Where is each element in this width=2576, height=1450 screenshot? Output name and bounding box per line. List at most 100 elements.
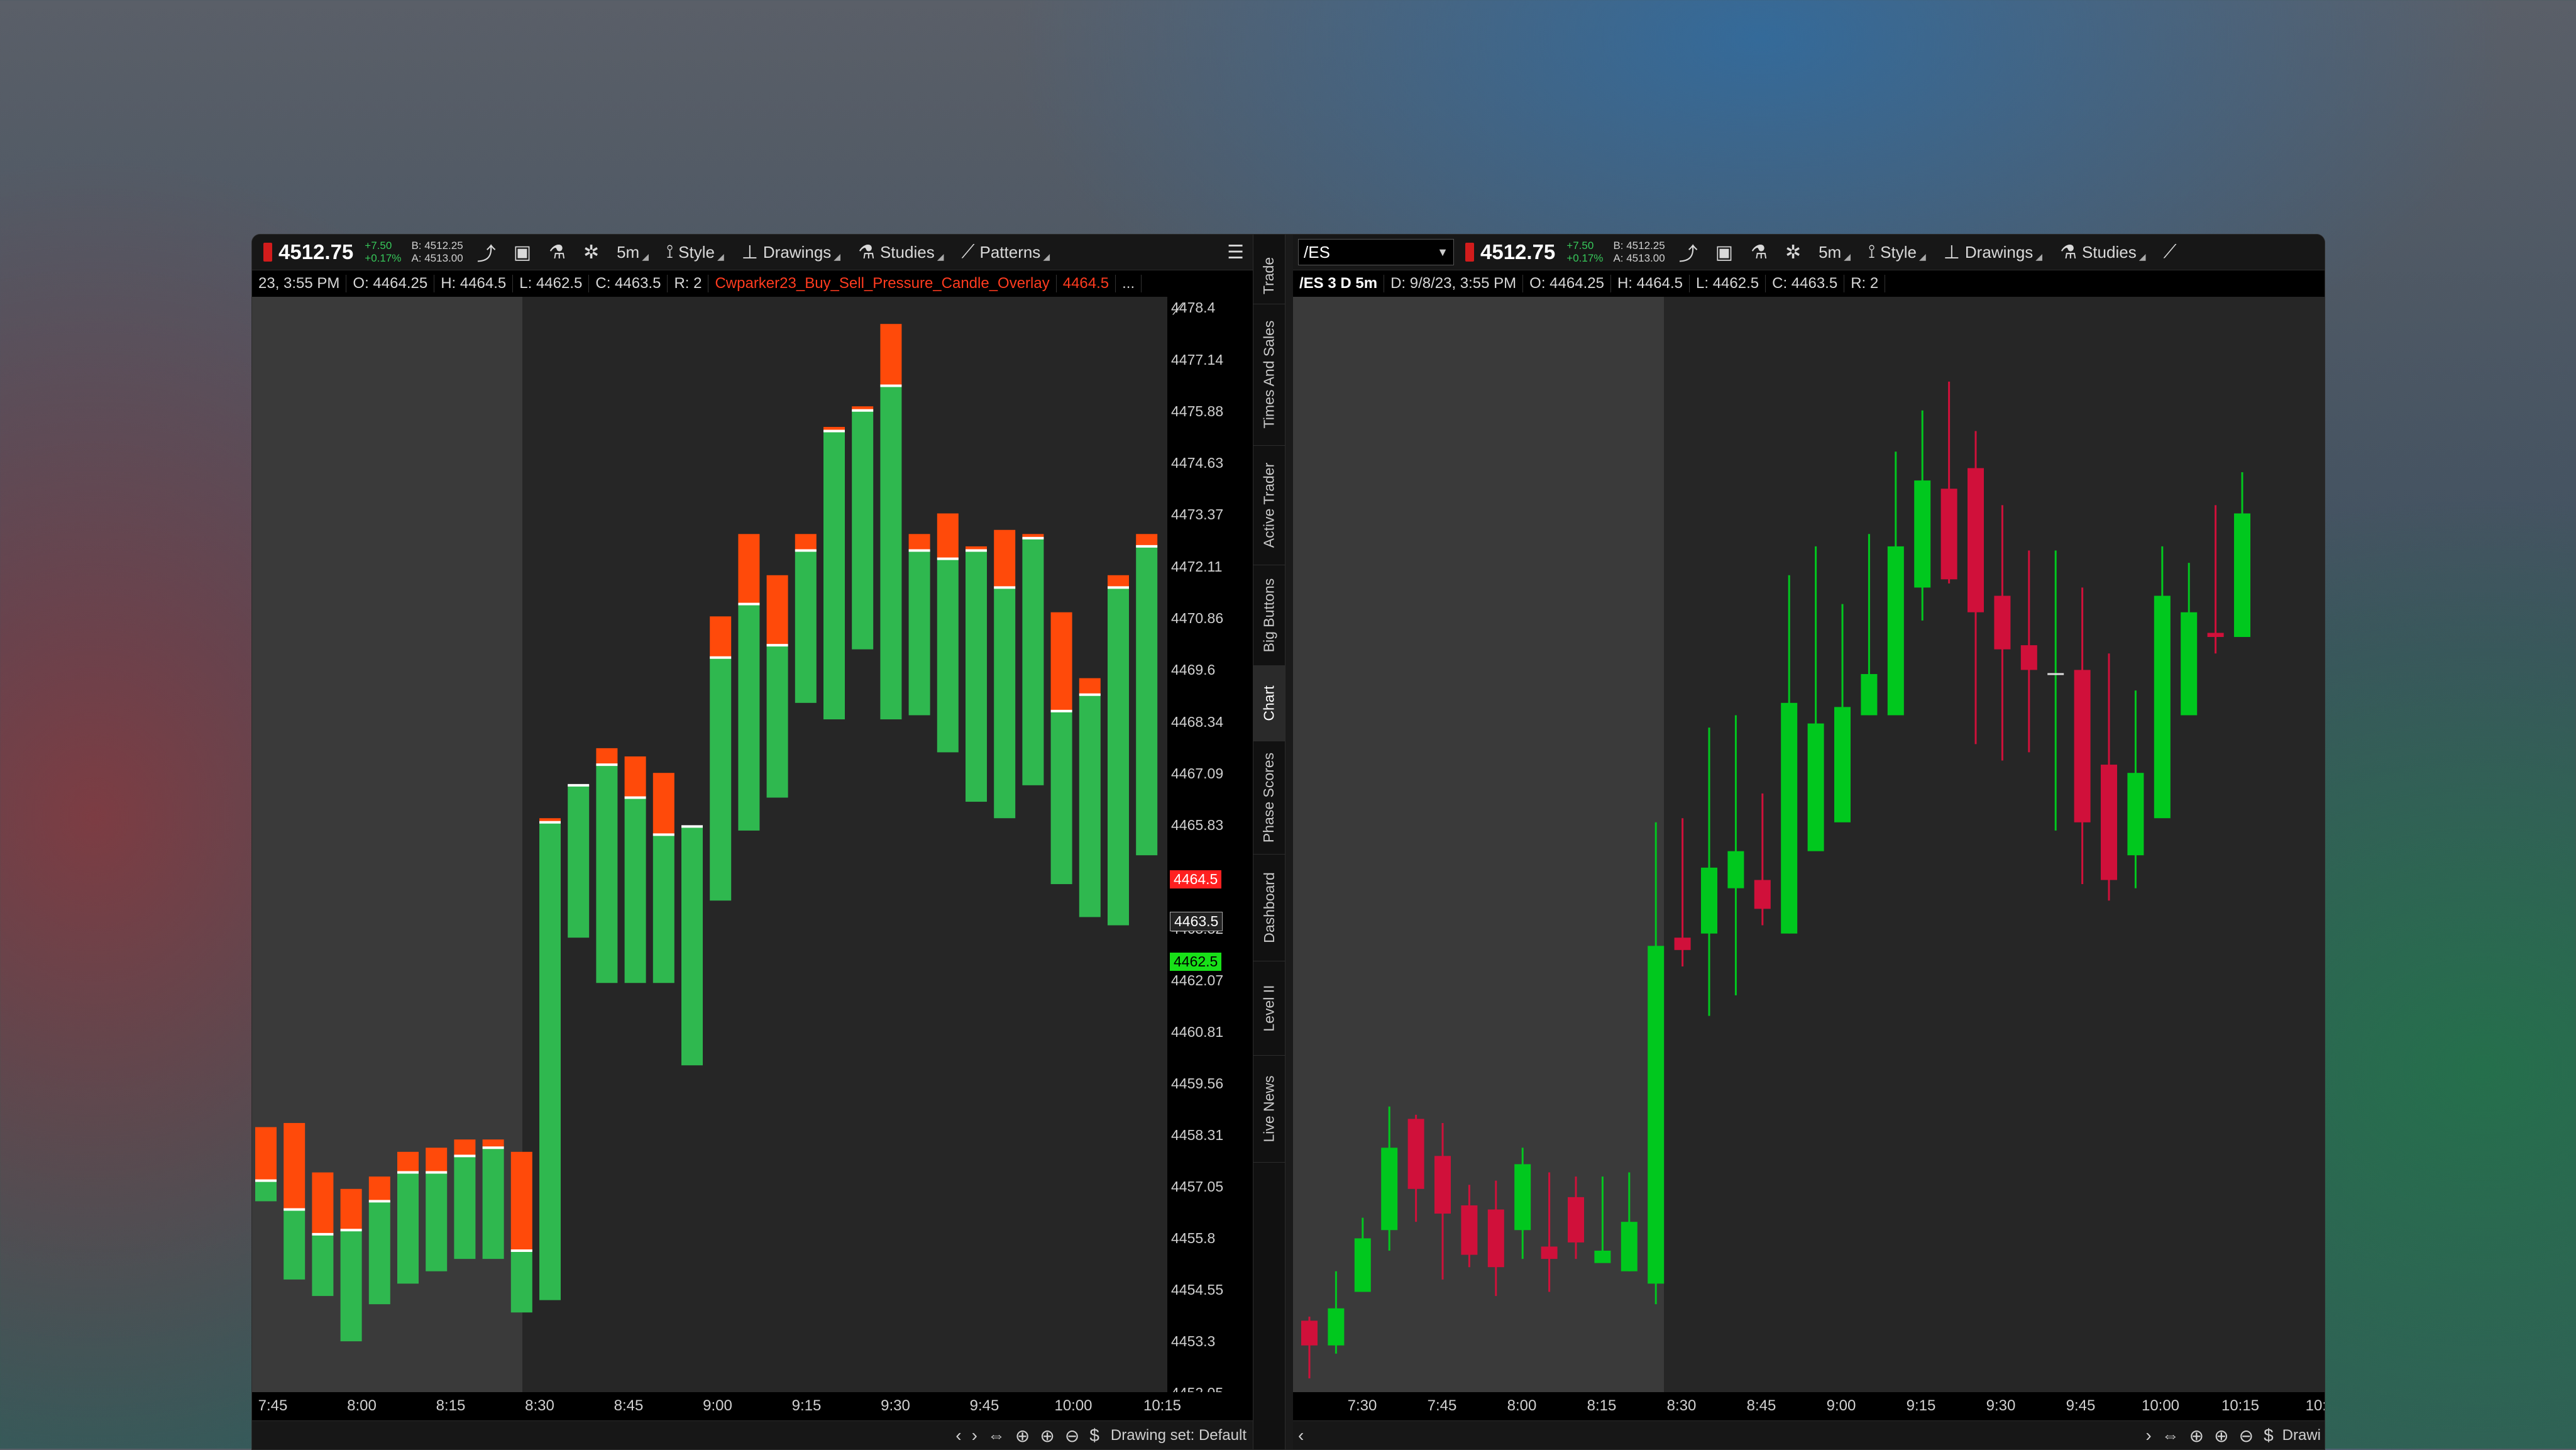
left-time-axis[interactable]: 7:45 8:00 8:15 8:30 8:45 9:00 9:15 9:30 9:45 10:0… (252, 1392, 1253, 1420)
zoom-out-icon[interactable]: ⊖ (2234, 1425, 2259, 1446)
buy-pressure-bar (1050, 711, 1072, 885)
candle-body (1434, 1156, 1451, 1214)
info-high: H: 4464.5 (1611, 275, 1690, 292)
side-tab-phase-scores[interactable]: Phase Scores (1253, 741, 1285, 855)
candle-body (1754, 880, 1771, 909)
sell-pressure-bar (908, 534, 930, 551)
timeframe-label: 5m (1819, 242, 1842, 262)
studies-menu[interactable]: ⚗ Studies ◢ (2051, 235, 2154, 270)
sell-pressure-bar (454, 1139, 476, 1156)
patterns-menu[interactable]: ⟋ Patterns ◢ (952, 235, 1059, 270)
sell-pressure-bar (426, 1148, 448, 1173)
side-tab-times-and-sales[interactable]: Times And Sales (1253, 304, 1285, 446)
symbol-input[interactable]: /ES ▼ (1298, 239, 1454, 265)
caret-icon: ◢ (2035, 251, 2043, 262)
pan-icon[interactable]: ⇔ (983, 1425, 1010, 1446)
studies-menu[interactable]: ⚗ Studies ◢ (849, 235, 952, 270)
scroll-left-icon[interactable]: ‹ (1293, 1425, 1309, 1446)
time-axis-label: 8:00 (1507, 1397, 1537, 1414)
scroll-right-icon[interactable]: › (967, 1425, 983, 1446)
zoom-in-icon[interactable]: ⊕ (2209, 1425, 2233, 1446)
left-price-axis[interactable]: ⟋ 4478.4 4477.14 4475.88 4474.63 4473.37 4472… (1167, 297, 1253, 1401)
patterns-button[interactable]: ⟋ (2154, 235, 2185, 270)
buy-pressure-bar (624, 797, 646, 983)
right-net-change: +7.50 +0.17% (1561, 240, 1608, 265)
caret-icon: ◢ (937, 251, 944, 262)
snapshot-button[interactable]: ▣ (505, 235, 540, 270)
studies-label: Studies (2081, 242, 2137, 262)
flask-icon: ⚗ (549, 241, 566, 263)
sell-pressure-bar (368, 1176, 390, 1202)
chart-menu-button[interactable]: ☰ (1218, 235, 1253, 270)
chart-title: /ES 3 D 5m (1293, 275, 1385, 292)
time-axis-label: 8:30 (525, 1397, 554, 1414)
share-button[interactable]: ⤴ (468, 235, 505, 270)
settings-button[interactable]: ✲ (575, 235, 608, 270)
candle-body (1994, 595, 2011, 650)
price-axis-label: 4460.81 (1171, 1024, 1224, 1041)
candle-body (1301, 1320, 1318, 1346)
price-icon[interactable]: $ (1084, 1425, 1104, 1446)
side-tab-level-ii[interactable]: Level II (1253, 961, 1285, 1056)
drawings-menu[interactable]: ⊥ Drawings ◢ (1935, 235, 2051, 270)
side-tab-chart[interactable]: Chart (1253, 665, 1285, 741)
buy-pressure-bar (966, 550, 987, 802)
left-price-plot[interactable] (252, 297, 1167, 1392)
sell-pressure-bar (283, 1122, 305, 1210)
buy-pressure-bar (510, 1251, 532, 1313)
style-menu[interactable]: ⟟ Style ◢ (658, 235, 733, 270)
sell-pressure-bar (937, 513, 959, 559)
caret-icon: ◢ (1918, 251, 1926, 262)
style-menu[interactable]: ⟟ Style ◢ (1859, 235, 1935, 270)
side-tab-active-trader[interactable]: Active Trader (1253, 445, 1285, 565)
time-axis-label: 8:45 (1746, 1397, 1776, 1414)
right-price-plot[interactable] (1293, 297, 2325, 1392)
flask-button[interactable]: ⚗ (540, 235, 575, 270)
symbol-text: /ES (1304, 242, 1330, 262)
candle-body (2207, 633, 2224, 638)
candle-body (1727, 851, 1744, 888)
side-tab-dashboard[interactable]: Dashboard (1253, 854, 1285, 961)
scroll-left-icon[interactable]: ‹ (950, 1425, 966, 1446)
candle-body (1568, 1197, 1584, 1242)
side-tab-live-news[interactable]: Live News (1253, 1055, 1285, 1163)
right-time-axis[interactable]: 7:30 7:45 8:00 8:15 8:30 8:45 9:00 9:15 9:30 9:45… (1293, 1392, 2325, 1420)
zoom-out-icon[interactable]: ⊖ (1060, 1425, 1084, 1446)
snapshot-button[interactable]: ▣ (1707, 235, 1742, 270)
candle-body (1487, 1209, 1504, 1268)
drawing-set-label[interactable]: Drawing set: Default (1104, 1427, 1253, 1444)
time-axis-label: 8:30 (1666, 1397, 1697, 1414)
side-tab-big-buttons[interactable]: Big Buttons (1253, 565, 1285, 666)
sell-pressure-bar (596, 748, 618, 765)
timeframe-dropdown[interactable]: 5m ◢ (608, 235, 658, 270)
drawings-menu[interactable]: ⊥ Drawings ◢ (733, 235, 849, 270)
zoom-in-icon[interactable]: ⊕ (1035, 1425, 1059, 1446)
side-tab-trade[interactable]: Trade (1253, 247, 1285, 304)
candle-body (2154, 595, 2171, 819)
price-tag: 4462.5 (1170, 953, 1222, 971)
left-chart-panel: 4512.75 +7.50 +0.17% B: 4512.25 A: 4513.… (252, 235, 1253, 1449)
price-axis-label: 4472.11 (1171, 558, 1223, 575)
flask-button[interactable]: ⚗ (1742, 235, 1776, 270)
right-toolbar: /ES ▼ 4512.75 +7.50 +0.17% B: 4512.25 A: … (1293, 235, 2325, 270)
scroll-right-icon[interactable]: › (2140, 1425, 2156, 1446)
sell-pressure-bar (795, 534, 817, 551)
buy-pressure-bar (994, 587, 1016, 819)
buy-pressure-bar (283, 1209, 305, 1280)
side-tab-label: Phase Scores (1260, 752, 1277, 843)
info-more[interactable]: ... (1116, 275, 1142, 292)
timeframe-dropdown[interactable]: 5m ◢ (1810, 235, 1859, 270)
pan-icon[interactable]: ⇔ (2157, 1425, 2184, 1446)
side-tabs: Trade Times And Sales Active Trader Big But… (1253, 235, 1285, 1449)
drawings-icon: ⊥ (741, 241, 758, 263)
study-name[interactable]: Cwparker23_Buy_Sell_Pressure_Candle_Over… (708, 275, 1057, 292)
drawing-set-label[interactable]: Drawi (2279, 1427, 2325, 1444)
buy-pressure-bar (1108, 587, 1129, 926)
price-icon[interactable]: $ (2259, 1425, 2279, 1446)
crosshair-icon[interactable]: ⊕ (2184, 1425, 2209, 1446)
info-low: L: 4462.5 (513, 275, 590, 292)
share-button[interactable]: ⤴ (1670, 235, 1707, 270)
crosshair-icon[interactable]: ⊕ (1010, 1425, 1035, 1446)
settings-button[interactable]: ✲ (1776, 235, 1810, 270)
time-axis-label: 9:30 (1986, 1397, 2016, 1414)
